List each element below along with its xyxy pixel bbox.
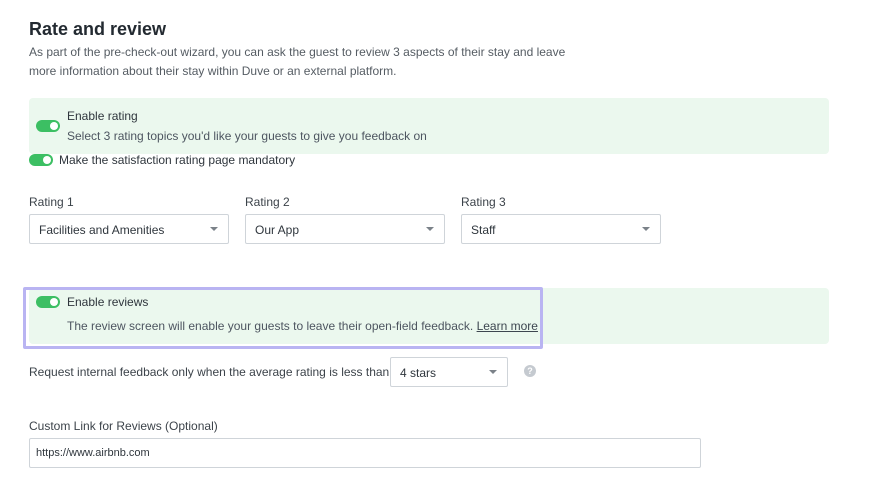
rating-1-select[interactable]: Facilities and Amenities	[29, 214, 229, 244]
rating-panel	[29, 98, 829, 154]
mandatory-rating-label: Make the satisfaction rating page mandat…	[59, 153, 296, 167]
internal-feedback-label: Request internal feedback only when the …	[29, 365, 390, 379]
toggle-knob	[50, 122, 58, 130]
chevron-down-icon	[210, 227, 218, 231]
enable-reviews-toggle[interactable]	[36, 296, 60, 308]
rating-3-select[interactable]: Staff	[461, 214, 661, 244]
custom-link-input[interactable]	[29, 438, 701, 468]
chevron-down-icon	[642, 227, 650, 231]
enable-reviews-description: The review screen will enable your guest…	[67, 319, 538, 333]
mandatory-rating-toggle[interactable]	[29, 154, 53, 166]
learn-more-link[interactable]: Learn more	[477, 319, 538, 333]
rating-2-value: Our App	[255, 223, 300, 237]
custom-link-label: Custom Link for Reviews (Optional)	[29, 419, 218, 433]
help-icon[interactable]: ?	[524, 365, 536, 377]
chevron-down-icon	[426, 227, 434, 231]
enable-reviews-label: Enable reviews	[67, 295, 149, 309]
section-description: As part of the pre-check-out wizard, you…	[29, 45, 566, 78]
internal-feedback-threshold-value: 4 stars	[400, 366, 437, 380]
internal-feedback-threshold-select[interactable]: 4 stars	[390, 357, 508, 387]
rate-and-review-page: Rate and review As part of the pre-check…	[0, 0, 875, 498]
section-title: Rate and review	[29, 19, 167, 39]
enable-rating-description: Select 3 rating topics you'd like your g…	[67, 129, 427, 143]
reviews-description-text: The review screen will enable your guest…	[67, 319, 474, 333]
rating-2-label: Rating 2	[245, 195, 290, 209]
rating-3-label: Rating 3	[461, 195, 506, 209]
rating-2-select[interactable]: Our App	[245, 214, 445, 244]
enable-rating-label: Enable rating	[67, 109, 138, 123]
rating-1-value: Facilities and Amenities	[39, 223, 165, 237]
chevron-down-icon	[489, 370, 497, 374]
toggle-knob	[50, 298, 58, 306]
rating-1-label: Rating 1	[29, 195, 74, 209]
rating-3-value: Staff	[471, 223, 496, 237]
toggle-knob	[43, 156, 51, 164]
enable-rating-toggle[interactable]	[36, 120, 60, 132]
